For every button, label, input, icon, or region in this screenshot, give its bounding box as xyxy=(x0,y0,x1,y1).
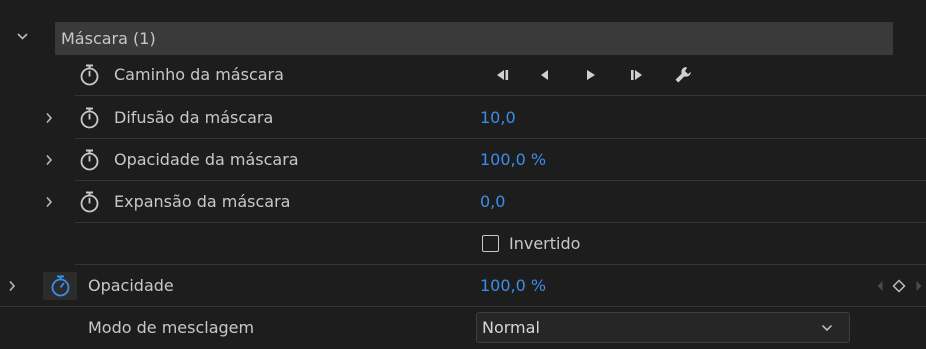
mask-opacity-row: Opacidade da máscara 100,0 % xyxy=(0,140,926,180)
step-backward-icon[interactable] xyxy=(533,55,555,95)
mask-path-label: Caminho da máscara xyxy=(114,65,284,84)
stopwatch-icon[interactable] xyxy=(79,64,100,86)
blend-mode-selected: Normal xyxy=(482,318,540,337)
mask-feather-label: Difusão da máscara xyxy=(114,108,274,127)
divider xyxy=(0,306,926,307)
mask-expansion-label: Expansão da máscara xyxy=(114,192,291,211)
mask-path-row: Caminho da máscara xyxy=(0,55,926,95)
stopwatch-icon[interactable] xyxy=(79,107,100,129)
divider xyxy=(75,95,926,96)
blend-mode-dropdown[interactable]: Normal xyxy=(476,312,850,343)
divider xyxy=(75,180,926,181)
inverted-label: Invertido xyxy=(509,234,581,253)
blend-mode-label: Modo de mesclagem xyxy=(88,318,255,337)
inverted-checkbox[interactable] xyxy=(482,235,499,252)
mask-group-header[interactable]: Máscara (1) xyxy=(55,22,893,55)
mask-expansion-value[interactable]: 0,0 xyxy=(480,182,505,222)
chevron-down-icon xyxy=(821,313,833,342)
divider xyxy=(75,138,926,139)
go-to-previous-keyframe-icon[interactable] xyxy=(490,55,514,95)
next-keyframe-arrow-icon[interactable] xyxy=(912,266,926,306)
mask-opacity-label: Opacidade da máscara xyxy=(114,150,299,169)
mask-group-title: Máscara (1) xyxy=(61,29,156,48)
opacity-label: Opacidade xyxy=(88,276,174,295)
stopwatch-icon[interactable] xyxy=(79,149,100,171)
mask-group-row: Máscara (1) xyxy=(0,16,926,56)
mask-feather-row: Difusão da máscara 10,0 xyxy=(0,98,926,138)
inverted-row: Invertido xyxy=(0,224,926,264)
stopwatch-active-icon[interactable] xyxy=(50,275,71,297)
mask-opacity-value[interactable]: 100,0 % xyxy=(480,140,546,180)
mask-feather-value[interactable]: 10,0 xyxy=(480,98,516,138)
divider xyxy=(75,264,926,265)
play-icon[interactable] xyxy=(580,55,602,95)
wrench-icon[interactable] xyxy=(670,55,696,95)
mask-expansion-row: Expansão da máscara 0,0 xyxy=(0,182,926,222)
opacity-value[interactable]: 100,0 % xyxy=(480,266,546,306)
stopwatch-icon[interactable] xyxy=(79,191,100,213)
divider xyxy=(75,222,926,223)
go-to-next-keyframe-icon[interactable] xyxy=(625,55,649,95)
keyframe-diamond-icon[interactable] xyxy=(890,266,908,306)
previous-keyframe-arrow-icon[interactable] xyxy=(872,266,888,306)
opacity-row: Opacidade 100,0 % xyxy=(0,266,926,306)
blend-mode-row: Modo de mesclagem Normal xyxy=(0,308,926,348)
